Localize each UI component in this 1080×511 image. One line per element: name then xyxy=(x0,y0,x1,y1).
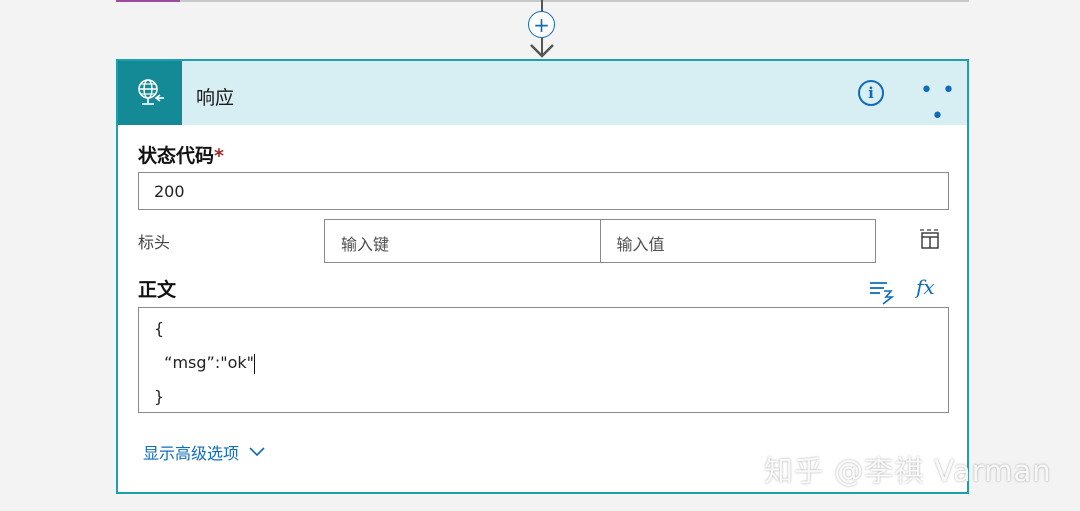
switch-to-table-icon[interactable] xyxy=(918,228,942,252)
ellipsis-icon: • • • xyxy=(920,78,956,129)
required-mark: * xyxy=(214,145,224,167)
header-key-input[interactable]: 输入键 xyxy=(325,220,600,262)
chevron-down-icon xyxy=(249,447,265,457)
expression-fx-icon[interactable]: fx xyxy=(916,275,942,303)
status-code-label: 状态代码* xyxy=(138,141,224,168)
headers-label: 标头 xyxy=(138,233,171,252)
more-options-button[interactable]: • • • xyxy=(918,78,958,129)
add-step-button[interactable]: + xyxy=(528,11,555,38)
status-code-label-text: 状态代码 xyxy=(138,145,215,167)
body-editor[interactable]: { “msg”:"ok" } xyxy=(138,307,949,413)
plus-icon: + xyxy=(533,12,550,37)
status-code-input[interactable]: 200 xyxy=(138,172,949,210)
body-line: } xyxy=(154,387,165,406)
dynamic-content-icon[interactable] xyxy=(867,277,895,305)
globe-response-icon xyxy=(118,61,182,125)
info-button[interactable]: i xyxy=(858,80,884,106)
body-line: { xyxy=(154,319,165,338)
advanced-options-label: 显示高级选项 xyxy=(143,444,240,463)
card-header[interactable]: 响应 i • • • xyxy=(118,61,967,129)
connector-arrow-icon xyxy=(530,38,554,58)
body-label: 正文 xyxy=(138,279,177,301)
body-line: “msg”:"ok" xyxy=(154,352,933,386)
card-title[interactable]: 响应 xyxy=(196,83,234,110)
response-action-card: 响应 i • • • 状态代码* 200 标头 输入键 输入值 正文 fx { … xyxy=(116,59,969,494)
headers-row: 输入键 输入值 xyxy=(324,219,876,263)
text-caret xyxy=(254,353,255,374)
header-value-input[interactable]: 输入值 xyxy=(599,220,876,262)
previous-card-accent xyxy=(116,0,180,2)
body-line-text: “msg”:"ok" xyxy=(154,353,254,372)
watermark: 知乎 @李祺 Varman xyxy=(764,454,1052,488)
info-icon: i xyxy=(868,84,874,102)
show-advanced-options-button[interactable]: 显示高级选项 xyxy=(143,440,265,464)
